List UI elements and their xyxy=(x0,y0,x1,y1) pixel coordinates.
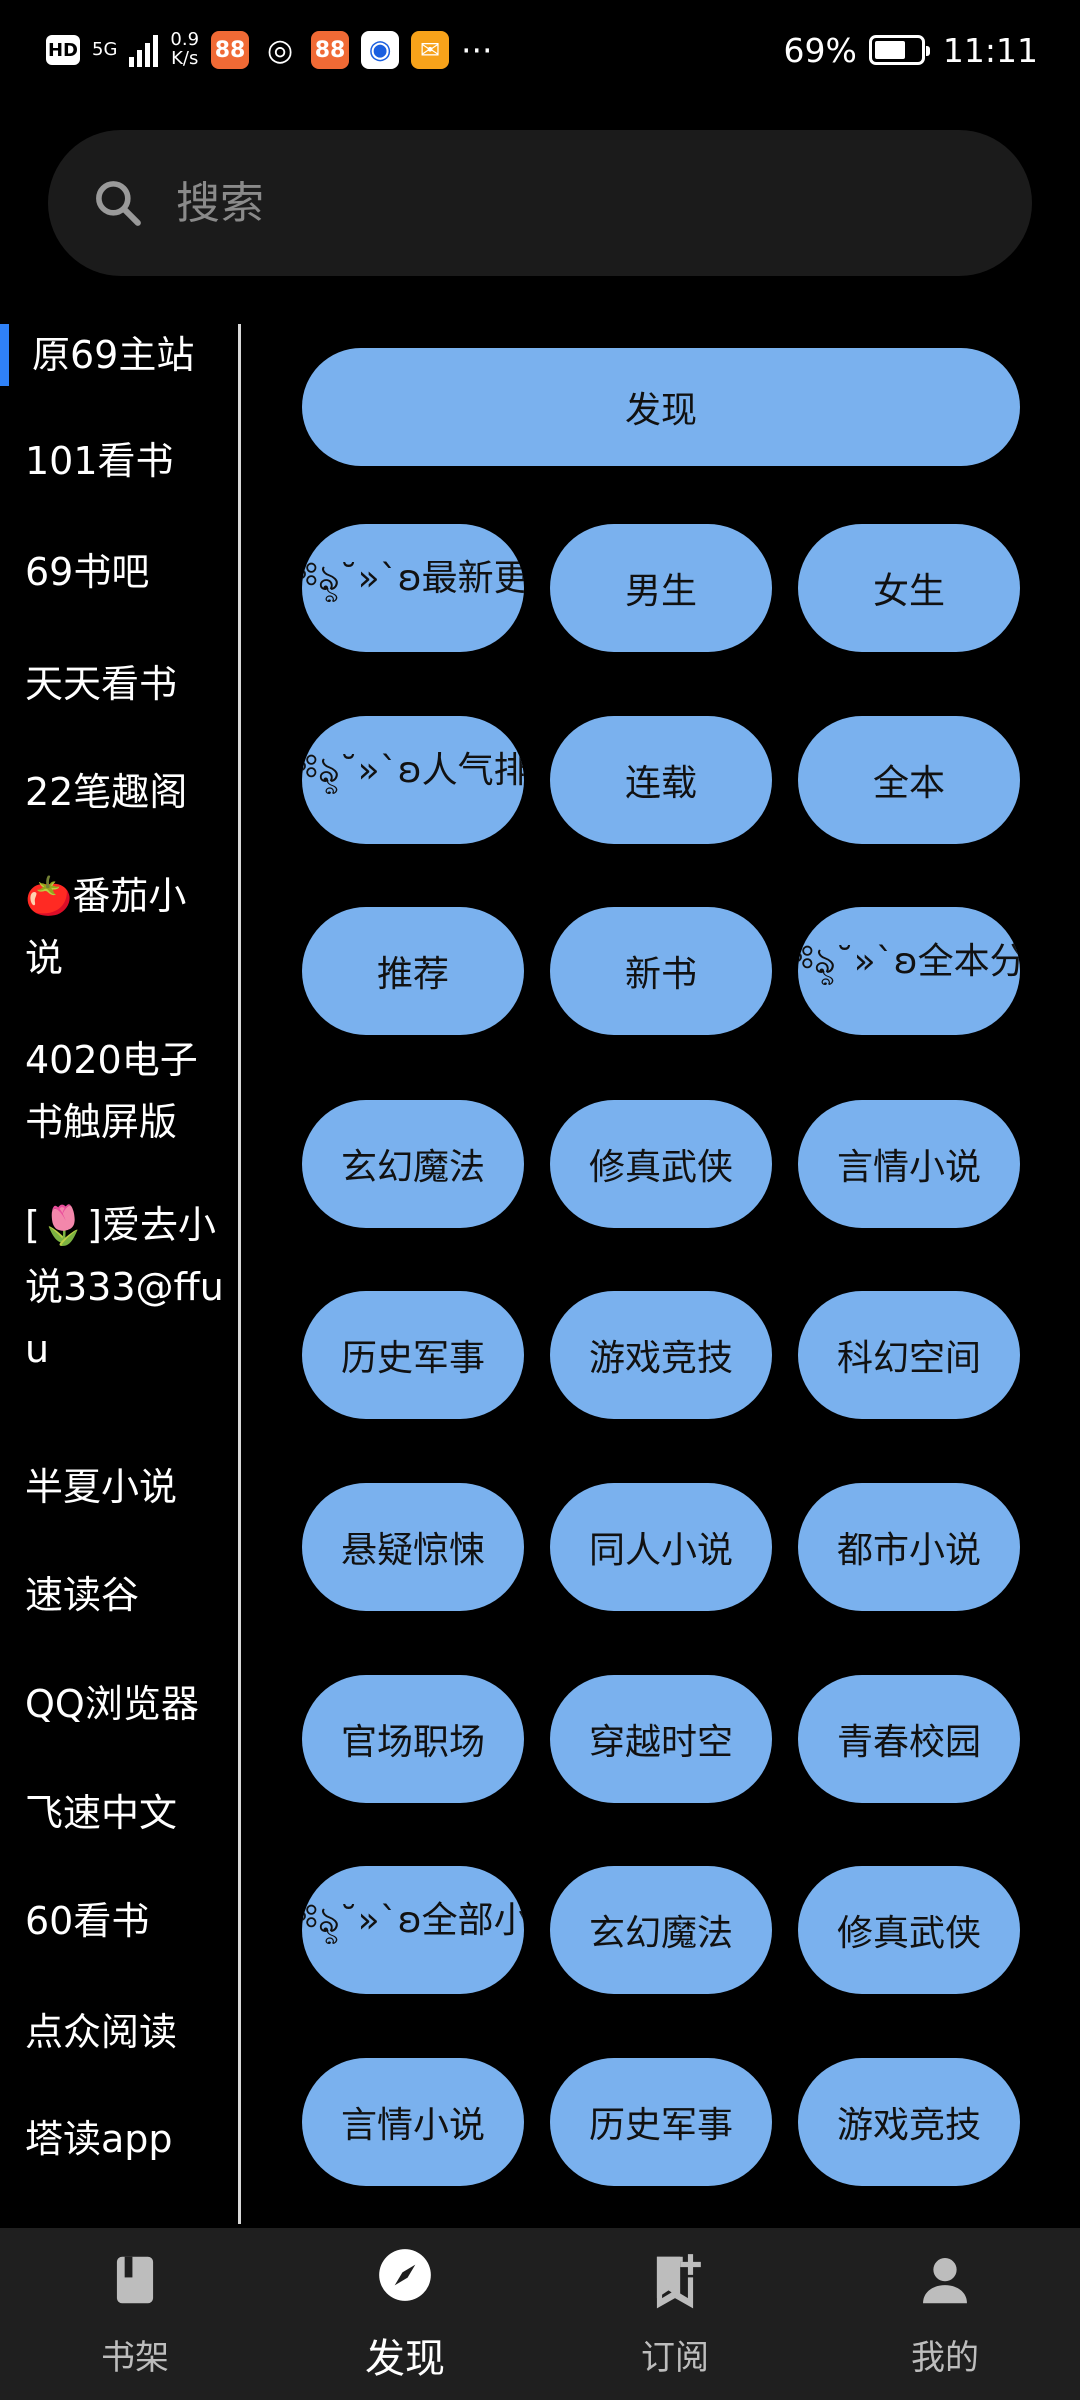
compass-icon xyxy=(374,2244,436,2316)
button-row: 官场职场 穿越时空 青春校园 xyxy=(302,1675,1020,1803)
category-button[interactable]: 历史军事 xyxy=(302,1291,524,1419)
sidebar-item[interactable]: QQ浏览器 xyxy=(0,1673,238,1735)
sidebar-item[interactable]: 22笔趣阁 xyxy=(0,761,238,823)
sidebar-item[interactable]: 半夏小说 xyxy=(0,1456,238,1518)
sidebar-item[interactable]: 🍅番茄小说 xyxy=(0,865,238,989)
category-button[interactable]: 言情小说 xyxy=(798,1100,1020,1228)
category-button[interactable]: 都市小说 xyxy=(798,1483,1020,1611)
signal-icon xyxy=(129,33,159,67)
nav-tab-label: 发现 xyxy=(365,2336,445,2382)
battery-fill xyxy=(874,41,906,59)
search-icon xyxy=(96,181,141,226)
sidebar-item[interactable]: [🌷]爱去小说333@ffuu xyxy=(0,1194,238,1380)
book-icon xyxy=(104,2249,166,2320)
button-row: 历史军事 游戏竞技 科幻空间 xyxy=(302,1291,1020,1419)
search-bar[interactable] xyxy=(48,130,1032,276)
nav-tab[interactable]: 书架 xyxy=(0,2228,270,2400)
app-notification-icon: 88 xyxy=(311,31,350,69)
status-right: 69% 11:11 xyxy=(784,31,1038,70)
bookmark-add-icon xyxy=(644,2249,706,2320)
search-input[interactable] xyxy=(174,176,934,230)
category-button[interactable]: 修真武侠 xyxy=(798,1866,1020,1994)
nav-tab[interactable]: 我的 xyxy=(810,2228,1080,2400)
button-row: 推荐新书༺ৡ˘»`ʚ全本分类 xyxy=(302,907,1020,1035)
category-button[interactable]: 科幻空间 xyxy=(798,1291,1020,1419)
nav-tab-label: 订阅 xyxy=(641,2338,709,2378)
battery-icon xyxy=(868,35,930,65)
category-button[interactable]: ༺ৡ˘»`ʚ人气排行 xyxy=(302,716,524,844)
button-row: 玄幻魔法 修真武侠 言情小说 xyxy=(302,1100,1020,1228)
network-type: 5G xyxy=(92,38,118,60)
category-button[interactable]: 穿越时空 xyxy=(550,1675,772,1803)
battery-percent: 69% xyxy=(783,30,857,70)
sidebar-item[interactable]: 天天看书 xyxy=(0,653,238,715)
button-row: ༺ৡ˘»`ʚ全部小说玄幻魔法修真武侠 xyxy=(302,1866,1020,1994)
sidebar-item[interactable]: 101看书 xyxy=(0,430,238,492)
nav-tab-label: 书架 xyxy=(101,2338,169,2378)
category-button[interactable]: 青春校园 xyxy=(798,1675,1020,1803)
status-left: HD 5G 0.9 K/s 88 ◎ 88 ◉ ✉ ··· xyxy=(46,30,493,70)
sidebar-item[interactable]: 塔读app xyxy=(0,2108,238,2170)
sidebar-item[interactable]: 60看书 xyxy=(0,1890,238,1952)
sidebar-item[interactable]: 点众阅读 xyxy=(0,2001,238,2063)
net-speed-unit: K/s xyxy=(171,48,199,69)
discover-grid: 发现 ༺ৡ˘»`ʚ最新更新男生女生༺ৡ˘»`ʚ人气排行连载全本推荐新书༺ৡ˘»`… xyxy=(302,348,1020,2186)
category-button[interactable]: 男生 xyxy=(550,524,772,652)
bottom-navigation: 书架 发现 订阅 我的 xyxy=(0,2228,1080,2400)
source-sidebar: 原69主站 101看书 69书吧天天看书 22笔趣阁 🍅番茄小说 4020电子书触屏版 [🌷… xyxy=(0,324,240,2224)
app-notification-icon: 88 xyxy=(211,31,250,69)
sidebar-item[interactable]: 69书吧 xyxy=(0,541,238,603)
button-row: 悬疑惊悚 同人小说 都市小说 xyxy=(302,1483,1020,1611)
browser-icon: ◉ xyxy=(361,31,400,69)
category-button[interactable]: 玄幻魔法 xyxy=(302,1100,524,1228)
category-button[interactable]: ༺ৡ˘»`ʚ全部小说 xyxy=(302,1866,524,1994)
person-icon xyxy=(914,2249,976,2320)
netease-music-icon: ◎ xyxy=(266,32,294,68)
category-button[interactable]: 连载 xyxy=(550,716,772,844)
category-button[interactable]: ༺ৡ˘»`ʚ全本分类 xyxy=(798,907,1020,1035)
category-button[interactable]: 玄幻魔法 xyxy=(550,1866,772,1994)
nav-tab[interactable]: 订阅 xyxy=(540,2228,810,2400)
category-button[interactable]: 女生 xyxy=(798,524,1020,652)
sidebar-divider xyxy=(238,324,241,2224)
category-button[interactable]: 推荐 xyxy=(302,907,524,1035)
category-button[interactable]: 全本 xyxy=(798,716,1020,844)
net-speed: 0.9 K/s xyxy=(170,30,199,69)
category-button[interactable]: 游戏竞技 xyxy=(798,2058,1020,2186)
clock: 11:11 xyxy=(942,30,1038,70)
discover-button[interactable]: 发现 xyxy=(302,348,1020,466)
sidebar-item[interactable]: 4020电子书触屏版 xyxy=(0,1029,238,1153)
category-button[interactable]: ༺ৡ˘»`ʚ最新更新 xyxy=(302,524,524,652)
button-row: 言情小说 历史军事 游戏竞技 xyxy=(302,2058,1020,2186)
more-notifications: ··· xyxy=(461,30,493,70)
sidebar-item[interactable]: 速读谷 xyxy=(0,1564,238,1626)
category-button[interactable]: 同人小说 xyxy=(550,1483,772,1611)
nav-tab[interactable]: 发现 xyxy=(270,2228,540,2400)
category-button[interactable]: 修真武侠 xyxy=(550,1100,772,1228)
category-button[interactable]: 游戏竞技 xyxy=(550,1291,772,1419)
category-button[interactable]: 新书 xyxy=(550,907,772,1035)
category-button[interactable]: 悬疑惊悚 xyxy=(302,1483,524,1611)
button-row: ༺ৡ˘»`ʚ最新更新男生女生 xyxy=(302,524,1020,652)
category-button[interactable]: 官场职场 xyxy=(302,1675,524,1803)
mail-app-icon: ✉ xyxy=(411,31,450,69)
category-button[interactable]: 言情小说 xyxy=(302,2058,524,2186)
nav-tab-label: 我的 xyxy=(911,2338,979,2378)
hd-badge: HD xyxy=(46,35,80,65)
category-button[interactable]: 历史军事 xyxy=(550,2058,772,2186)
status-bar: HD 5G 0.9 K/s 88 ◎ 88 ◉ ✉ ··· 69% 11:11 xyxy=(0,0,1080,100)
sidebar-item[interactable]: 飞速中文 xyxy=(0,1782,238,1844)
button-row: ༺ৡ˘»`ʚ人气排行连载全本 xyxy=(302,716,1020,844)
sidebar-item[interactable]: 原69主站 xyxy=(0,324,238,386)
